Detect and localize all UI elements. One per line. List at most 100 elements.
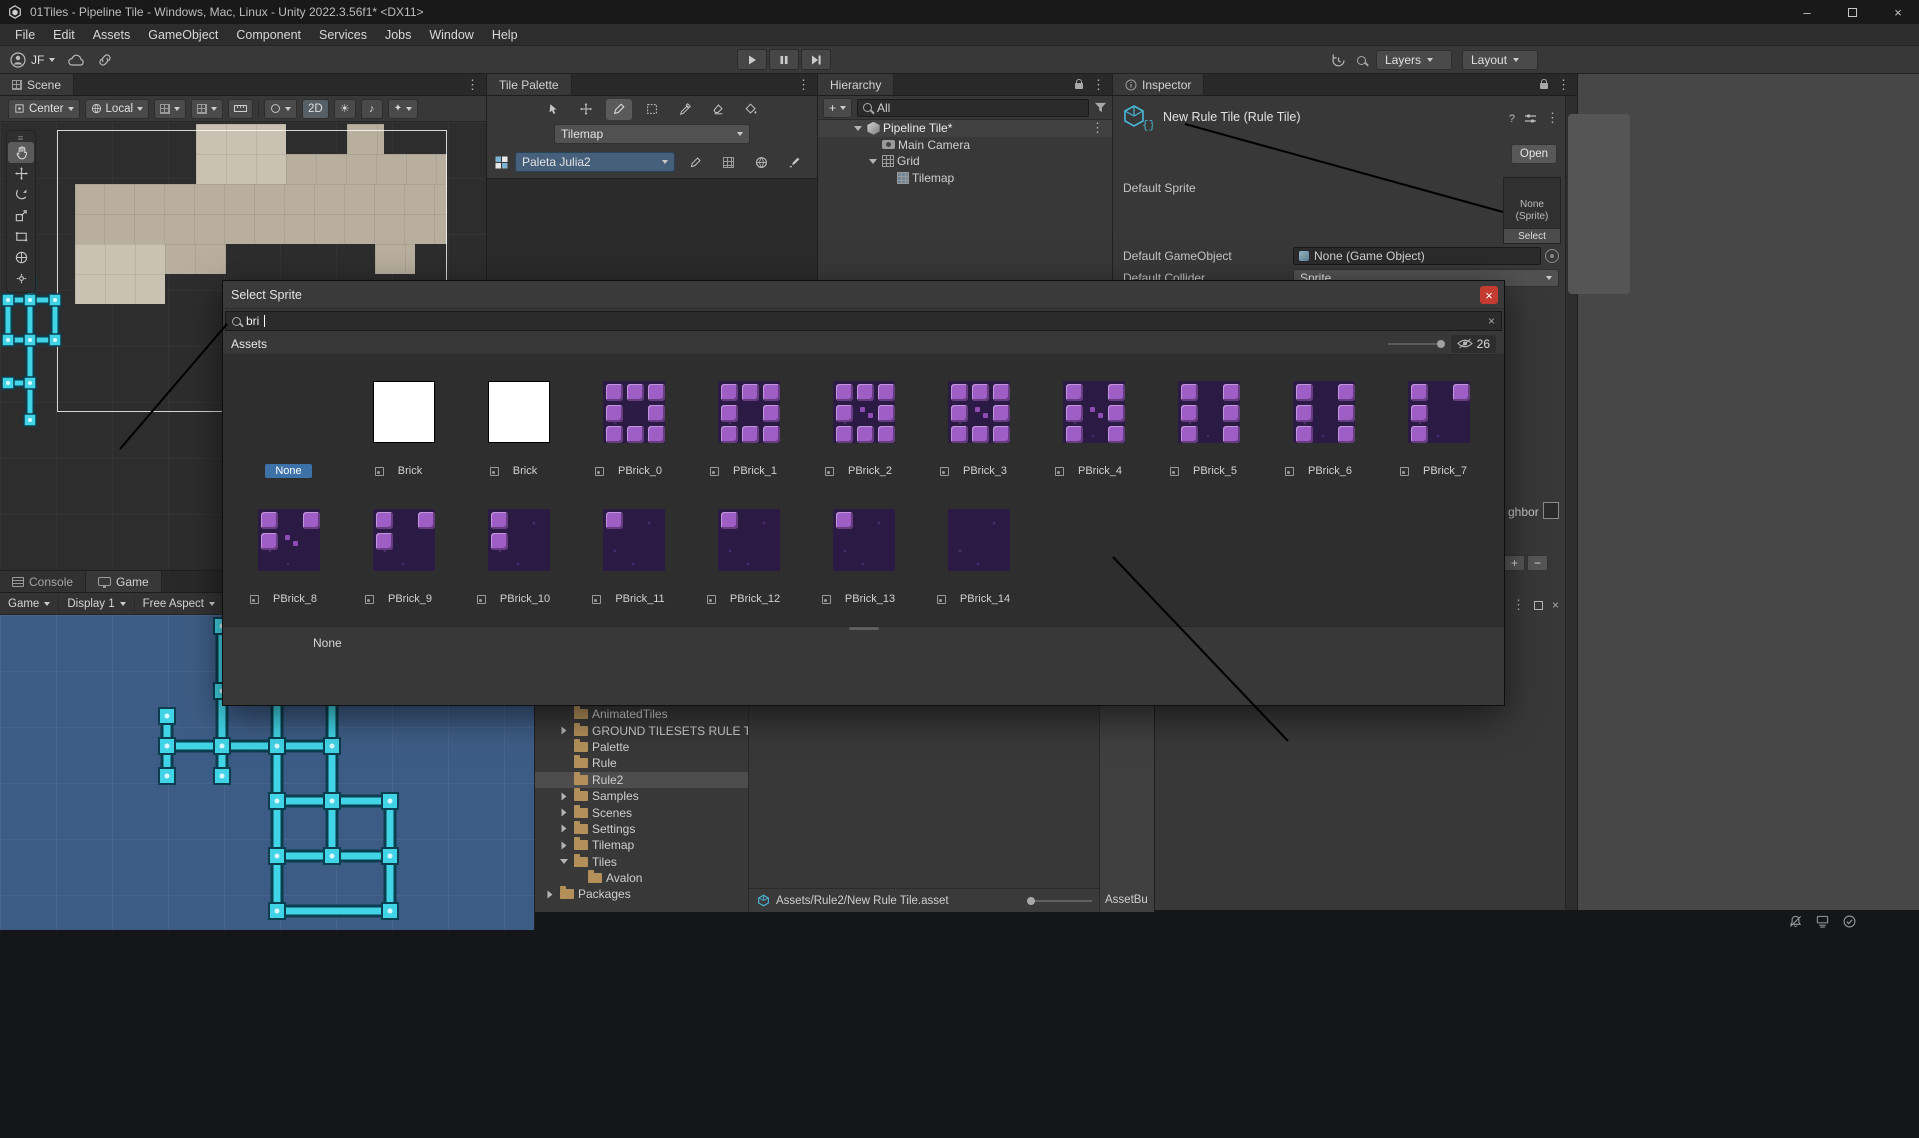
progress-check-icon[interactable] — [1842, 914, 1857, 929]
sprite-item-pbrick-14-17[interactable]: PBrick_14 — [921, 495, 1036, 623]
services-icon[interactable] — [97, 52, 113, 68]
dialog-title-bar[interactable]: Select Sprite × — [223, 281, 1504, 309]
neighbor-field[interactable] — [1543, 502, 1559, 519]
grid-visibility-dropdown[interactable] — [154, 99, 186, 119]
foldout-icon[interactable] — [866, 159, 879, 164]
object-picker-icon[interactable] — [1545, 249, 1559, 263]
custom-tool[interactable] — [8, 268, 34, 289]
picker-tool[interactable] — [672, 99, 698, 120]
display-dropdown[interactable]: Display 1 — [67, 598, 125, 610]
palette-paint-button[interactable] — [781, 152, 807, 173]
tab-game[interactable]: Game — [86, 571, 162, 592]
step-button[interactable] — [801, 49, 831, 70]
measure-button[interactable] — [228, 99, 253, 119]
sprite-item-pbrick-3-6[interactable]: PBrick_3 — [921, 367, 1036, 495]
menu-gameobject[interactable]: GameObject — [139, 24, 227, 46]
project-folder-animatedtiles[interactable]: AnimatedTiles — [535, 706, 748, 722]
snap-settings-dropdown[interactable] — [191, 99, 223, 119]
menu-help[interactable]: Help — [483, 24, 527, 46]
search-icon[interactable] — [1357, 56, 1366, 65]
background-tasks-icon[interactable] — [1815, 914, 1830, 929]
fill-bucket-tool[interactable] — [738, 99, 764, 120]
panel-menu-icon[interactable] — [466, 77, 479, 93]
project-folder-ground-tilesets-rule-ti[interactable]: GROUND TILESETS RULE TI — [535, 722, 748, 738]
maximize-button[interactable] — [1848, 8, 1857, 17]
thumbnail-size-slider[interactable] — [1388, 343, 1443, 345]
window-close-icon[interactable] — [1552, 598, 1559, 612]
lock-icon[interactable] — [1540, 83, 1548, 89]
tool-handle-position-dropdown[interactable]: Center — [8, 99, 80, 119]
transform-tool[interactable] — [8, 247, 34, 268]
foldout-icon[interactable] — [557, 843, 570, 848]
sprite-item-pbrick-2-5[interactable]: PBrick_2 — [806, 367, 921, 495]
sprite-item-pbrick-13-16[interactable]: PBrick_13 — [806, 495, 921, 623]
active-tilemap-dropdown[interactable]: Tilemap — [554, 124, 750, 144]
effects-dropdown[interactable]: ✦ — [388, 99, 418, 119]
hierarchy-item-pipeline-tile[interactable]: Pipeline Tile* — [818, 120, 1112, 137]
move-tool[interactable] — [8, 163, 34, 184]
hierarchy-item-tilemap[interactable]: Tilemap — [818, 170, 1112, 187]
sprite-item-brick-1[interactable]: Brick — [346, 367, 461, 495]
default-sprite-field[interactable]: None (Sprite) Select — [1503, 177, 1561, 244]
layers-dropdown[interactable]: Layers — [1376, 50, 1452, 70]
sprite-item-brick-2[interactable]: Brick — [461, 367, 576, 495]
minimize-button[interactable]: – — [1800, 5, 1814, 20]
tab-console[interactable]: Console — [0, 571, 86, 592]
foldout-icon[interactable] — [557, 826, 570, 831]
eraser-tool[interactable] — [705, 99, 731, 120]
layout-dropdown[interactable]: Layout — [1462, 50, 1538, 70]
sprite-item-pbrick-12-15[interactable]: PBrick_12 — [691, 495, 806, 623]
play-button[interactable] — [737, 49, 767, 70]
tab-scene[interactable]: Scene — [0, 74, 74, 95]
palette-gizmos-button[interactable] — [748, 152, 774, 173]
project-folder-scenes[interactable]: Scenes — [535, 804, 748, 820]
sprite-item-pbrick-1-4[interactable]: PBrick_1 — [691, 367, 806, 495]
thumbnail-zoom-slider[interactable] — [1028, 900, 1092, 902]
sprite-item-pbrick-5-8[interactable]: PBrick_5 — [1151, 367, 1266, 495]
foldout-icon[interactable] — [557, 810, 570, 815]
sprite-item-pbrick-10-13[interactable]: PBrick_10 — [461, 495, 576, 623]
cloud-icon[interactable] — [67, 53, 85, 67]
lock-icon[interactable] — [1075, 83, 1083, 89]
drag-handle-icon[interactable]: ≡ — [18, 134, 24, 142]
paint-brush-tool[interactable] — [606, 99, 632, 120]
undo-history-icon[interactable] — [1330, 52, 1347, 69]
close-button[interactable]: × — [1891, 5, 1905, 20]
box-fill-tool[interactable] — [639, 99, 665, 120]
project-folder-settings[interactable]: Settings — [535, 821, 748, 837]
filter-icon[interactable] — [1094, 102, 1107, 114]
project-folder-packages[interactable]: Packages — [535, 886, 748, 902]
menu-window[interactable]: Window — [420, 24, 482, 46]
menu-component[interactable]: Component — [227, 24, 310, 46]
scale-tool[interactable] — [8, 205, 34, 226]
project-folder-tilemap[interactable]: Tilemap — [535, 837, 748, 853]
window-menu-icon[interactable] — [1512, 597, 1525, 613]
tab-inspector[interactable]: Inspector — [1113, 74, 1204, 95]
remove-rule-button[interactable]: − — [1527, 555, 1548, 571]
rect-tool[interactable] — [8, 226, 34, 247]
foldout-icon[interactable] — [851, 126, 864, 131]
move-tile-tool[interactable] — [573, 99, 599, 120]
camera-settings-dropdown[interactable] — [264, 99, 297, 119]
panel-menu-icon[interactable] — [797, 77, 810, 93]
panel-menu-icon[interactable] — [1092, 77, 1105, 93]
hierarchy-item-grid[interactable]: Grid — [818, 153, 1112, 170]
clear-search-icon[interactable] — [1488, 314, 1495, 328]
project-folder-tiles[interactable]: Tiles — [535, 854, 748, 870]
pause-button[interactable] — [769, 49, 799, 70]
aspect-dropdown[interactable]: Free Aspect — [143, 598, 215, 610]
sprite-item-pbrick-4-7[interactable]: PBrick_4 — [1036, 367, 1151, 495]
project-folder-avalon[interactable]: Avalon — [535, 870, 748, 886]
presets-icon[interactable] — [1524, 113, 1537, 124]
sprite-item-pbrick-0-3[interactable]: PBrick_0 — [576, 367, 691, 495]
menu-jobs[interactable]: Jobs — [376, 24, 420, 46]
add-rule-button[interactable]: + — [1504, 555, 1525, 571]
item-menu-icon[interactable] — [1091, 120, 1112, 136]
sprite-item-pbrick-7-10[interactable]: PBrick_7 — [1381, 367, 1496, 495]
project-folder-samples[interactable]: Samples — [535, 788, 748, 804]
sprite-item-pbrick-9-12[interactable]: PBrick_9 — [346, 495, 461, 623]
sprite-item-pbrick-8-11[interactable]: PBrick_8 — [231, 495, 346, 623]
inspector-scrollbar[interactable] — [1565, 96, 1577, 910]
hidden-count-badge[interactable]: 26 — [1451, 335, 1496, 353]
hand-tool[interactable] — [8, 142, 34, 163]
